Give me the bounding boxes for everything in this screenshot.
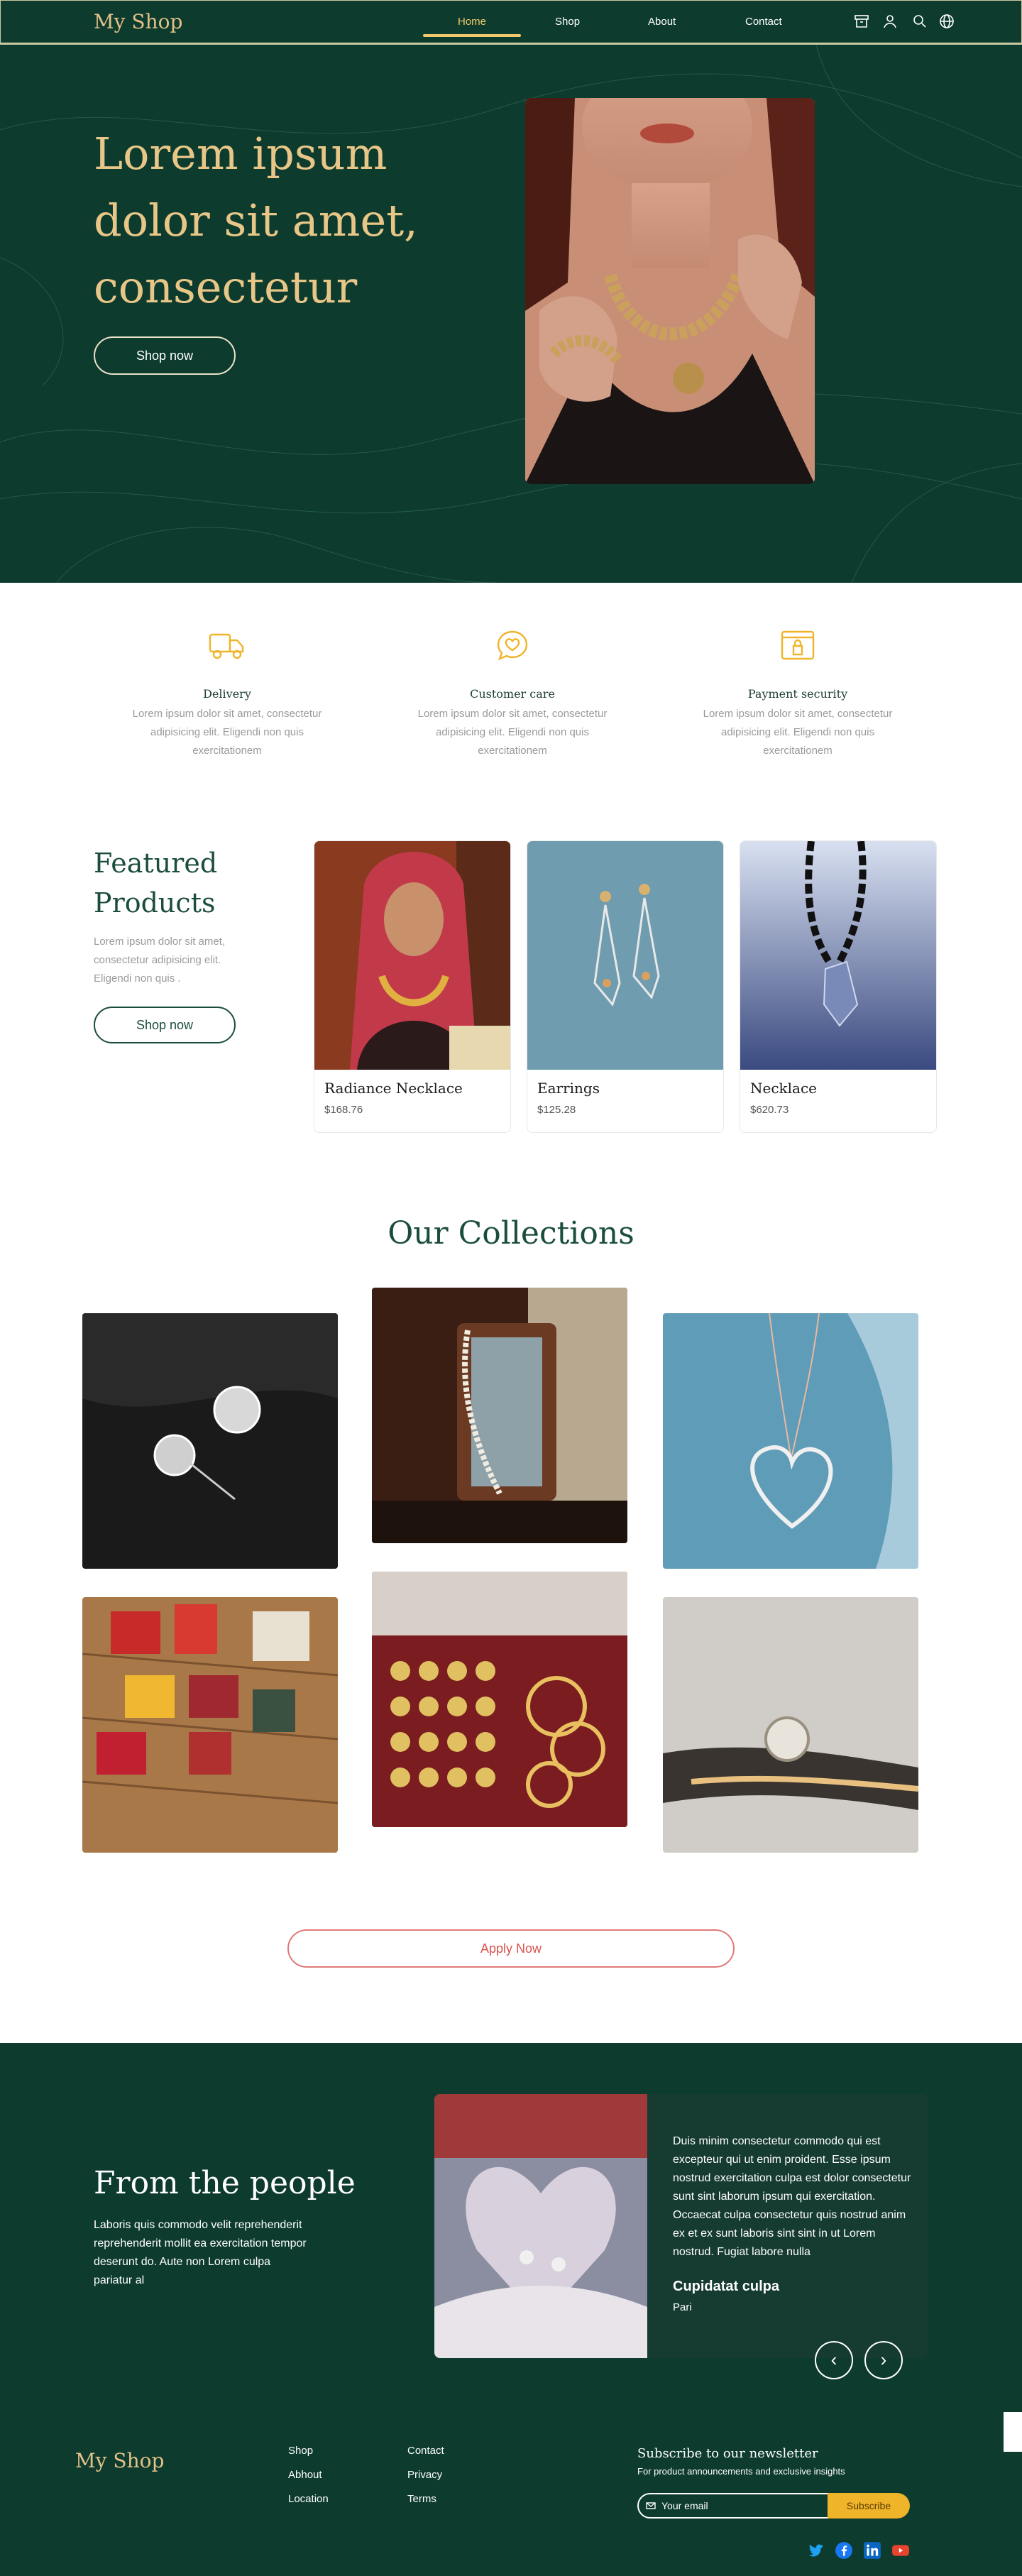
feature-description: Lorem ipsum dolor sit amet, consectetur … bbox=[703, 708, 893, 757]
testimonial-next-button[interactable]: › bbox=[864, 2341, 903, 2379]
globe-icon[interactable] bbox=[938, 13, 955, 30]
product-name: Radiance Necklace bbox=[324, 1080, 463, 1097]
hero-model-image bbox=[525, 98, 815, 484]
nav-about-link[interactable]: About bbox=[648, 16, 676, 28]
collection-heart-pendant[interactable] bbox=[663, 1313, 918, 1569]
youtube-icon[interactable] bbox=[891, 2541, 910, 2560]
featured-products-title: Featured Products bbox=[94, 848, 218, 919]
testimonial-author: Cupidatat culpa bbox=[673, 2279, 780, 2294]
testimonial-title: From the people bbox=[94, 2165, 356, 2201]
facebook-icon[interactable] bbox=[835, 2541, 853, 2560]
user-icon[interactable] bbox=[881, 13, 899, 30]
featured-shop-now-button[interactable]: Shop now bbox=[94, 1007, 236, 1043]
product-card-earrings[interactable]: Earrings $125.28 bbox=[527, 840, 724, 1133]
feature-title: Payment security bbox=[747, 687, 848, 701]
product-image bbox=[527, 841, 723, 1070]
shop-logo[interactable]: My Shop bbox=[94, 10, 182, 33]
newsletter-email-input[interactable]: Your email bbox=[637, 2493, 829, 2519]
footer-link-terms[interactable]: Terms bbox=[407, 2493, 436, 2505]
product-price: $620.73 bbox=[750, 1104, 789, 1116]
feature-payment-security: Payment security Lorem ipsum dolor sit a… bbox=[691, 625, 904, 760]
testimonial-image bbox=[434, 2094, 647, 2358]
product-card-radiance-necklace[interactable]: Radiance Necklace $168.76 bbox=[314, 840, 511, 1133]
product-image bbox=[740, 841, 936, 1070]
feature-delivery: Delivery Lorem ipsum dolor sit amet, con… bbox=[121, 625, 334, 760]
hero-shop-now-button[interactable]: Shop now bbox=[94, 336, 236, 375]
footer-logo[interactable]: My Shop bbox=[75, 2449, 164, 2472]
nav-active-indicator bbox=[423, 34, 521, 37]
testimonial-prev-button[interactable]: ‹ bbox=[815, 2341, 853, 2379]
collection-diamond-ring[interactable] bbox=[663, 1597, 918, 1853]
collection-diamond-studs[interactable] bbox=[82, 1313, 338, 1569]
newsletter-title: Subscribe to our newsletter bbox=[637, 2446, 818, 2461]
footer-link-about[interactable]: Abhout bbox=[288, 2469, 322, 2481]
testimonial-card: Duis minim consectetur commodo qui est e… bbox=[434, 2094, 928, 2358]
feature-description: Lorem ipsum dolor sit amet, consectetur … bbox=[132, 708, 322, 757]
newsletter-subtitle: For product announcements and exclusive … bbox=[637, 2466, 845, 2477]
subscribe-button[interactable]: Subscribe bbox=[828, 2493, 910, 2519]
nav-home-link[interactable]: Home bbox=[458, 16, 486, 28]
nav-contact-link[interactable]: Contact bbox=[745, 16, 782, 28]
collection-jewelry-display[interactable] bbox=[372, 1572, 627, 1827]
customer-care-heart-icon bbox=[491, 625, 534, 667]
apply-now-button[interactable]: Apply Now bbox=[287, 1929, 735, 1968]
testimonial-author-role: Pari bbox=[673, 2301, 692, 2313]
testimonial-quote: Duis minim consectetur commodo qui est e… bbox=[673, 2135, 911, 2258]
product-name: Necklace bbox=[750, 1080, 818, 1097]
product-price: $125.28 bbox=[537, 1104, 576, 1116]
collections-title: Our Collections bbox=[388, 1215, 634, 1251]
search-icon[interactable] bbox=[911, 13, 928, 30]
testimonial-intro: Laboris quis commodo velit reprehenderit… bbox=[94, 2219, 307, 2286]
featured-products-description: Lorem ipsum dolor sit amet, consectetur … bbox=[94, 936, 226, 985]
footer-link-privacy[interactable]: Privacy bbox=[407, 2469, 442, 2481]
product-card-necklace[interactable]: Necklace $620.73 bbox=[740, 840, 937, 1133]
footer-link-shop[interactable]: Shop bbox=[288, 2445, 313, 2457]
feature-title: Delivery bbox=[203, 687, 251, 701]
feature-description: Lorem ipsum dolor sit amet, consectetur … bbox=[417, 708, 608, 757]
product-name: Earrings bbox=[537, 1080, 600, 1097]
product-image bbox=[314, 841, 510, 1070]
archive-icon[interactable] bbox=[853, 13, 870, 30]
delivery-truck-icon bbox=[206, 625, 248, 667]
product-price: $168.76 bbox=[324, 1104, 363, 1116]
footer-link-contact[interactable]: Contact bbox=[407, 2445, 444, 2457]
collection-gift-boxes[interactable] bbox=[82, 1597, 338, 1853]
hero-title: Lorem ipsum dolor sit amet, consectetur bbox=[94, 128, 418, 313]
footer-edge-strip bbox=[1004, 2412, 1022, 2452]
nav-shop-link[interactable]: Shop bbox=[555, 16, 580, 28]
twitter-icon[interactable] bbox=[806, 2541, 825, 2560]
linkedin-icon[interactable] bbox=[863, 2541, 881, 2560]
feature-customer-care: Customer care Lorem ipsum dolor sit amet… bbox=[406, 625, 619, 760]
collection-mirror-pearls[interactable] bbox=[372, 1288, 627, 1543]
mail-icon bbox=[646, 2501, 656, 2511]
feature-title: Customer care bbox=[470, 687, 555, 701]
footer-link-location[interactable]: Location bbox=[288, 2493, 329, 2505]
payment-security-icon bbox=[776, 625, 819, 667]
